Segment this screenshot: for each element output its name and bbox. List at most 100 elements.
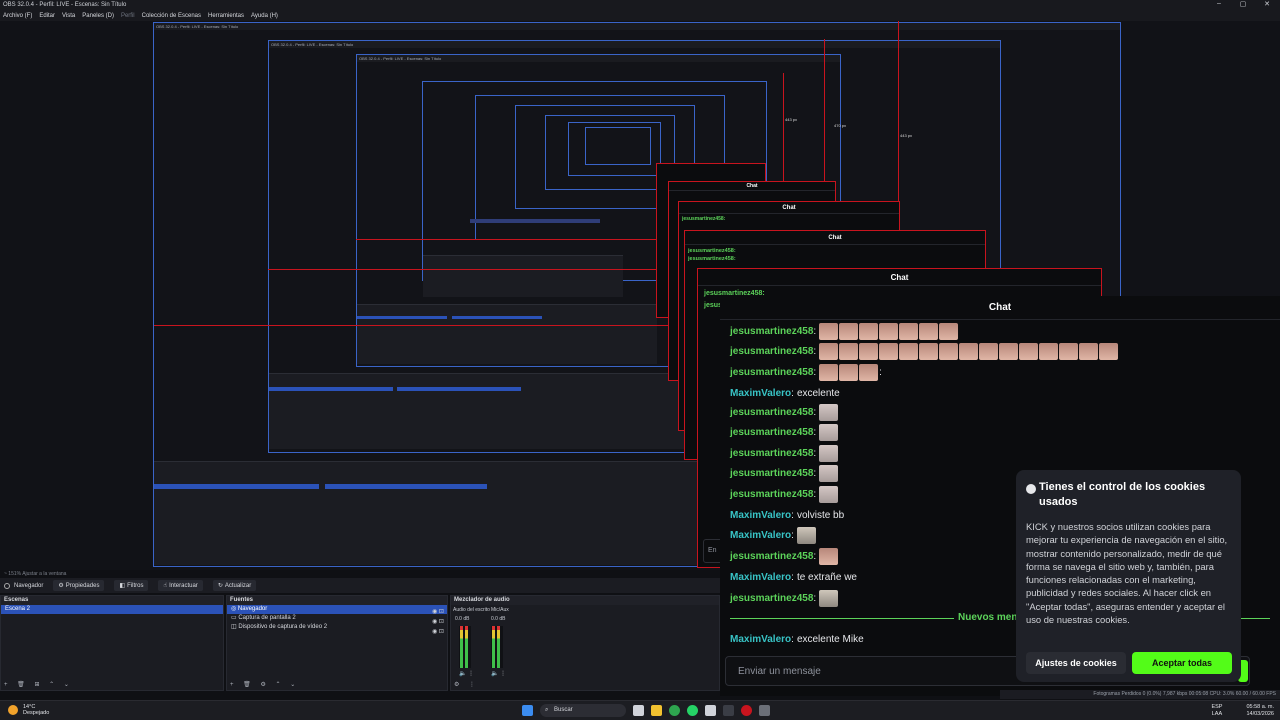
nested-source-highlight-3 <box>452 316 542 319</box>
menu-coleccion-escenas[interactable]: Colección de Escenas <box>139 13 205 19</box>
chat-username[interactable]: MaximValero <box>730 510 791 521</box>
chat-message: jesusmartinez458: <box>730 464 839 482</box>
mixer-channel-2-level: 0.0 dB <box>491 616 506 622</box>
chat-message: jesusmartinez458: <box>730 485 839 503</box>
mixer-footer-buttons[interactable]: ⚙ ⋮ <box>454 681 479 688</box>
emote-image <box>839 322 859 340</box>
filter-icon: ◧ <box>119 583 126 589</box>
nested-chat-row-4b: jesusmartinez458: <box>688 256 736 262</box>
obs-icon[interactable] <box>741 705 752 716</box>
nested-scene-highlight-4 <box>470 219 600 223</box>
chat-username[interactable]: MaximValero <box>730 388 791 399</box>
chat-text: volviste bb <box>796 509 845 521</box>
windows-start-icon[interactable] <box>522 705 533 716</box>
chat-username[interactable]: jesusmartinez458 <box>730 346 813 357</box>
taskbar-search[interactable]: ⌕ Buscar <box>540 704 626 717</box>
menu-vista[interactable]: Vista <box>59 13 79 19</box>
mixer-channel-1-controls[interactable]: 🔈 ⋮ <box>459 670 474 677</box>
refresh-button[interactable]: ↻ Actualizar <box>212 580 257 591</box>
scenes-footer-buttons[interactable]: + 🗑 ⊞ ⌃ ⌄ <box>4 681 73 688</box>
emote-image <box>859 322 879 340</box>
mixer-channel-2-controls[interactable]: 🔈 ⋮ <box>491 670 506 677</box>
minimize-button[interactable]: – <box>1207 0 1231 10</box>
globe-icon: ◎ <box>231 606 238 612</box>
source-item-navegador[interactable]: ◎ Navegador <box>227 605 447 614</box>
language-indicator[interactable]: ESP LAA <box>1211 704 1222 717</box>
capcut-icon[interactable] <box>705 705 716 716</box>
menu-archivo[interactable]: Archivo (F) <box>0 13 36 19</box>
search-icon: ⌕ <box>545 707 549 713</box>
chat-username[interactable]: jesusmartinez458 <box>730 551 813 562</box>
emote-image <box>979 342 999 360</box>
menu-herramientas[interactable]: Herramientas <box>205 13 248 19</box>
close-button[interactable]: ✕ <box>1255 0 1279 10</box>
nested-chat-title-3: Chat <box>679 202 899 214</box>
chat-username[interactable]: jesusmartinez458 <box>730 367 813 378</box>
menu-paneles[interactable]: Paneles (D) <box>79 13 118 19</box>
chat-message: jesusmartinez458:: <box>730 363 882 381</box>
chat-username[interactable]: jesusmartinez458 <box>730 448 813 459</box>
menu-perfil[interactable]: Perfil <box>118 13 139 19</box>
visibility-icons[interactable]: ◉ ⊡ ◉ ⊡ ◉ ⊡ <box>432 607 444 637</box>
terminal-icon[interactable] <box>723 705 734 716</box>
sources-header: Fuentes <box>227 596 447 605</box>
source-toolbar: Navegador ⚙ Propiedades ◧ Filtros ☝ Interac… <box>0 578 720 593</box>
taskbar-apps: ⌕ Buscar <box>522 704 777 717</box>
menu-editar[interactable]: Editar <box>36 13 59 19</box>
clock[interactable]: 05:58 a. m. 14/03/2026 <box>1246 704 1274 717</box>
chat-separator: : <box>813 447 817 459</box>
chat-separator: : <box>813 550 817 562</box>
chat-username[interactable]: MaximValero <box>730 634 791 645</box>
emote-image <box>819 403 839 421</box>
emote-image <box>819 342 839 360</box>
cookie-accept-button[interactable]: Aceptar todas <box>1132 652 1232 674</box>
menu-ayuda[interactable]: Ayuda (H) <box>248 13 282 19</box>
measure-label-2: 470 px <box>834 123 847 128</box>
chat-username[interactable]: jesusmartinez458 <box>730 593 813 604</box>
weather-widget[interactable]: 14°C Despejado <box>8 704 49 716</box>
emote-image <box>899 322 919 340</box>
cookie-banner: Tienes el control de los cookies usados … <box>1016 470 1241 682</box>
mixer-meter-2a <box>492 626 495 668</box>
chrome-icon[interactable] <box>669 705 680 716</box>
interact-button[interactable]: ☝ Interactuar <box>158 580 203 591</box>
source-item-dispositivo[interactable]: ◫ Dispositivo de captura de vídeo 2 <box>227 623 447 632</box>
source-item-captura[interactable]: ▭ Captura de pantalla 2 <box>227 614 447 623</box>
app-icon[interactable] <box>759 705 770 716</box>
measure-line-vertical-1 <box>898 21 899 221</box>
chat-separator: : <box>813 345 817 357</box>
filters-button[interactable]: ◧ Filtros <box>114 580 149 591</box>
chat-username[interactable]: MaximValero <box>730 572 791 583</box>
cookie-body: KICK y nuestros socios utilizan cookies … <box>1026 521 1228 626</box>
chat-separator: : <box>791 571 794 583</box>
nested-chat-row-4a: jesusmartinez458: <box>688 248 736 254</box>
emote-image <box>879 322 899 340</box>
chat-username[interactable]: jesusmartinez458 <box>730 468 813 479</box>
chat-username[interactable]: jesusmartinez458 <box>730 489 813 500</box>
chat-text: excelente <box>796 387 840 399</box>
chat-username[interactable]: MaximValero <box>730 530 791 541</box>
emote-image <box>939 342 959 360</box>
measure-line-vertical-2 <box>824 39 825 189</box>
scene-item[interactable]: Escena 2 <box>1 605 223 614</box>
chat-username[interactable]: jesusmartinez458 <box>730 427 813 438</box>
whatsapp-icon[interactable] <box>687 705 698 716</box>
maximize-button[interactable]: ▢ <box>1231 0 1255 10</box>
chat-username[interactable]: jesusmartinez458 <box>730 326 813 337</box>
properties-button[interactable]: ⚙ Propiedades <box>53 580 105 591</box>
file-explorer-icon[interactable] <box>651 705 662 716</box>
chat-message: MaximValero: excelente Mike <box>730 630 864 648</box>
chat-separator: : <box>813 366 817 378</box>
nested-scene-highlight-1 <box>154 484 319 489</box>
cookie-settings-button[interactable]: Ajustes de cookies <box>1026 652 1126 674</box>
chat-username[interactable]: jesusmartinez458 <box>730 407 813 418</box>
mixer-channel-1-level: 0.0 dB <box>455 616 470 622</box>
emote-image <box>839 363 859 381</box>
sources-footer-buttons[interactable]: + 🗑 ⚙ ⌃ ⌄ <box>230 681 299 688</box>
task-view-icon[interactable] <box>633 705 644 716</box>
emote-image <box>819 547 839 565</box>
chat-message: MaximValero: te extrañe we <box>730 568 857 586</box>
window-title: OBS 32.0.4 - Perfil: LIVE - Escenas: Sin… <box>3 2 127 8</box>
emote-image <box>819 363 839 381</box>
emote-image <box>879 342 899 360</box>
